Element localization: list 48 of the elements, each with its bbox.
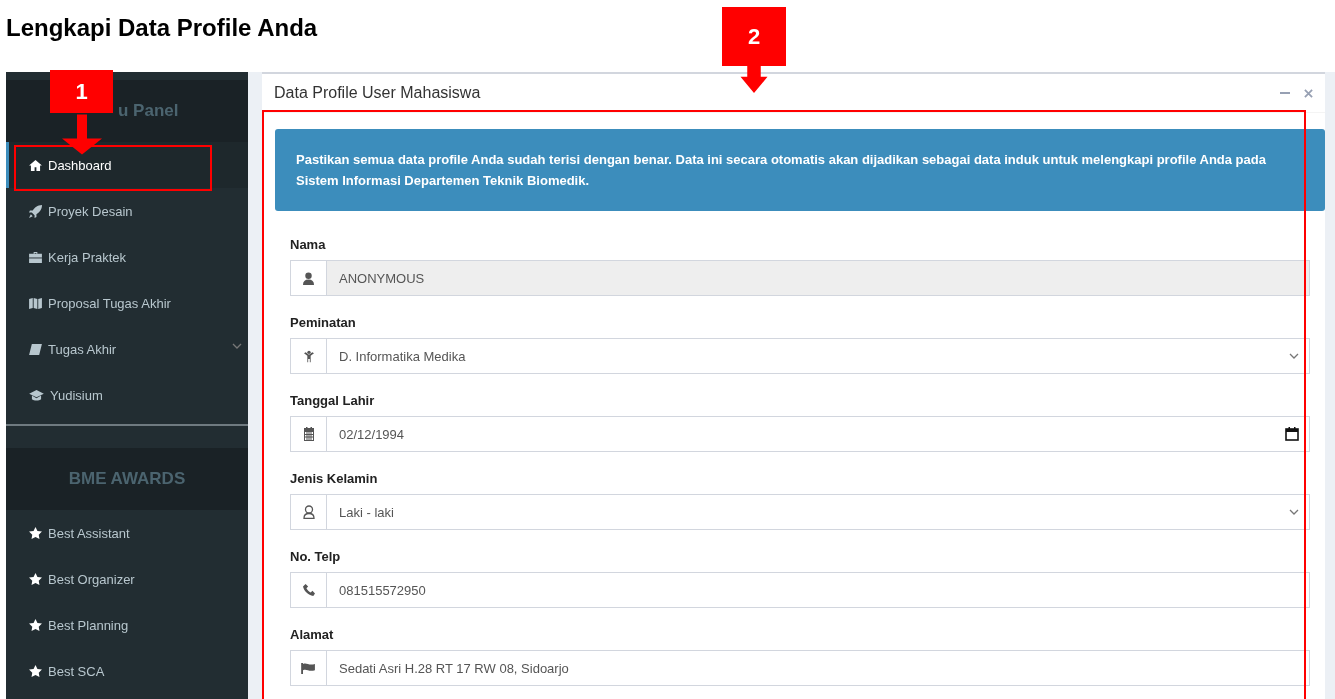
- person-icon: [303, 349, 314, 363]
- rocket-icon: [29, 204, 42, 218]
- chevron-icon: [232, 343, 242, 349]
- graduation-cap-icon: [29, 389, 44, 401]
- panel-title: Data Profile User Mahasiswa: [274, 84, 481, 102]
- home-icon: [29, 159, 42, 171]
- star-icon: [29, 665, 42, 677]
- star-icon: [29, 619, 42, 631]
- user-icon: [303, 271, 314, 285]
- phone-icon: [302, 584, 315, 596]
- calendar-icon: [1285, 427, 1299, 441]
- dropdown[interactable]: Laki - laki: [327, 494, 1310, 530]
- sidebar-item[interactable]: Dashboard: [6, 142, 248, 188]
- page-title: Lengkapi Data Profile Anda: [6, 14, 318, 42]
- input-field[interactable]: Sedati Asri H.28 RT 17 RW 08, Sidoarjo: [327, 650, 1310, 686]
- section-header: BME AWARDS: [6, 448, 248, 510]
- sidebar-item[interactable]: Best SCA: [6, 648, 248, 694]
- star-icon: [29, 573, 42, 585]
- map-icon: [29, 297, 42, 309]
- step-number: 1: [50, 70, 113, 113]
- flag-icon: [301, 662, 316, 674]
- chevron-icon: [1289, 509, 1299, 515]
- field-label: Peminatan: [290, 315, 357, 332]
- date-field[interactable]: 02/12/1994: [327, 416, 1310, 452]
- sidebar-item[interactable]: Tugas Akhir: [6, 326, 248, 372]
- field-label: Jenis Kelamin: [290, 471, 379, 488]
- field-label: No. Telp: [290, 549, 342, 566]
- down-arrow: [61, 113, 102, 156]
- star-icon: [29, 527, 42, 539]
- field-label: Nama: [290, 237, 327, 254]
- sidebar-item[interactable]: Best Organizer: [6, 556, 248, 602]
- sidebar-item[interactable]: Proyek Desain: [6, 188, 248, 234]
- dropdown[interactable]: D. Informatika Medika: [327, 338, 1310, 374]
- sidebar-item[interactable]: Yudisium: [6, 372, 248, 418]
- field-label: Tanggal Lahir: [290, 393, 376, 410]
- info-callout: Pastikan semua data profile Anda sudah terisi dengan benar. Data ini secara otomatis akan dijadikan sebagai data induk untuk melengkapi profile Anda pada Sistem Informasi Departemen Teknik Biomedik.: [275, 129, 1325, 211]
- input-field[interactable]: 081515572950: [327, 572, 1310, 608]
- close-icon: [1304, 88, 1313, 98]
- field-label: Alamat: [290, 627, 335, 644]
- sidebar-item[interactable]: Proposal Tugas Akhir: [6, 280, 248, 326]
- chevron-icon: [1289, 353, 1299, 359]
- calendar-icon: [301, 427, 316, 441]
- step-number: 2: [722, 7, 786, 66]
- sidebar-item[interactable]: Best Assistant: [6, 510, 248, 556]
- briefcase-icon: [29, 251, 42, 263]
- sidebar-item[interactable]: Best Planning: [6, 602, 248, 648]
- sidebar-item[interactable]: Kerja Praktek: [6, 234, 248, 280]
- user-outline-icon: [302, 505, 315, 519]
